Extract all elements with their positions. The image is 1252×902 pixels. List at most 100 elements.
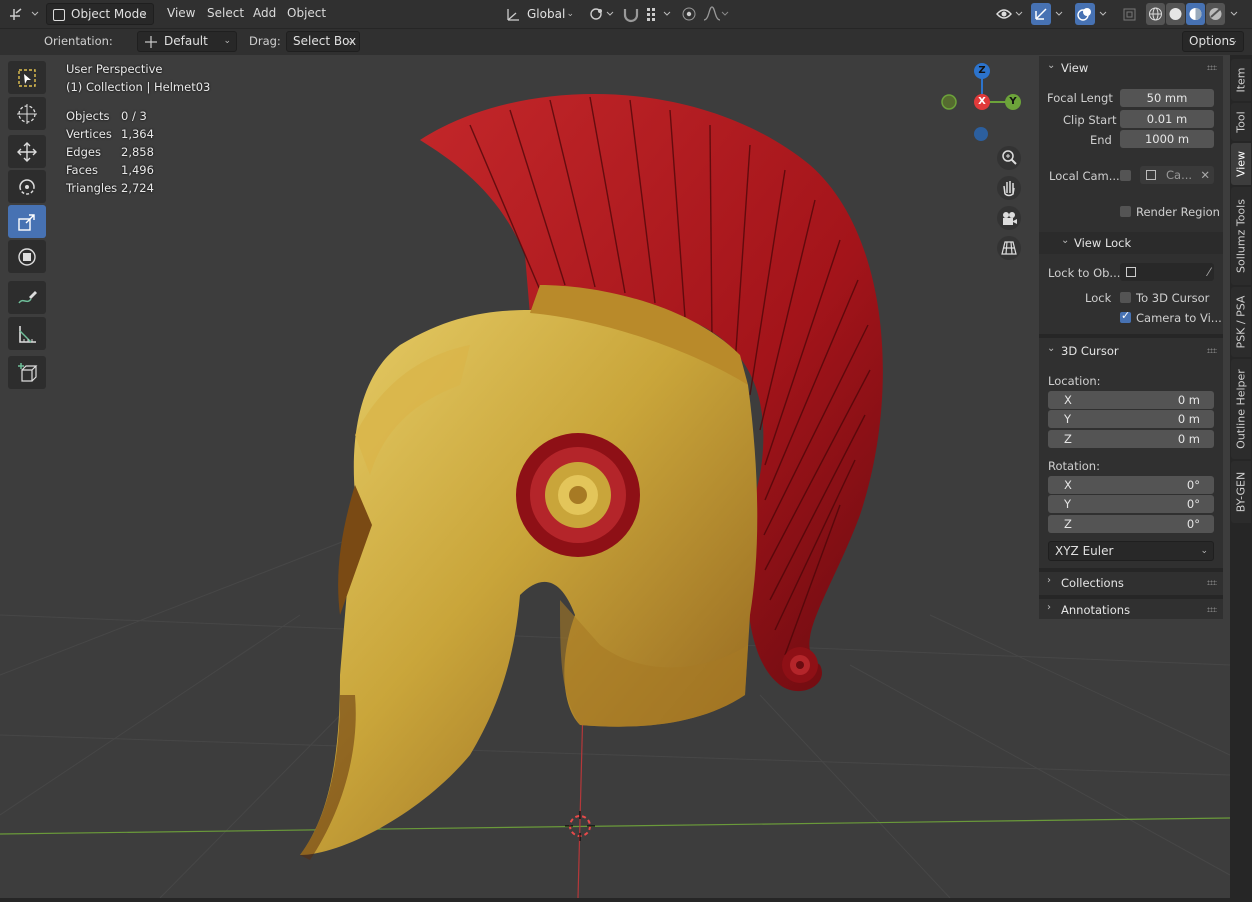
drag-grip-icon[interactable] <box>1207 607 1217 612</box>
pivot-point-button[interactable] <box>586 3 616 25</box>
orientation-axes-icon <box>507 9 519 21</box>
sidebar-n-panel: ⌄ View Focal Lengt 50 mm Clip Start 0.01… <box>1039 56 1223 619</box>
snap-toggle-button[interactable] <box>620 3 642 25</box>
cursor-rotation-y[interactable]: Y 0° <box>1048 495 1214 513</box>
cursor-location-x[interactable]: X 0 m <box>1048 391 1214 409</box>
chevron-down-icon: ⌄ <box>566 9 574 19</box>
select-box-tool[interactable] <box>8 61 46 94</box>
rotation-z-value: 0° <box>1186 517 1200 531</box>
drag-dropdown[interactable]: Select Box ⌄ <box>286 31 360 52</box>
options-dropdown[interactable]: Options ⌄ <box>1182 31 1244 52</box>
annotations-panel-header[interactable]: › Annotations <box>1039 599 1223 621</box>
scale-tool[interactable] <box>8 205 46 238</box>
transform-orientation-dropdown[interactable]: Global ⌄ <box>500 3 580 25</box>
to-3d-cursor-checkbox[interactable] <box>1120 292 1131 303</box>
editor-type-icon <box>10 8 39 20</box>
xray-toggle-button[interactable] <box>1120 3 1140 25</box>
clip-start-field[interactable]: 0.01 m <box>1120 110 1214 128</box>
add-cube-tool[interactable] <box>8 356 46 389</box>
gizmo-dropdown-button[interactable] <box>1052 3 1068 25</box>
orientation-label: Global <box>527 7 566 21</box>
cursor-rotation-x[interactable]: X 0° <box>1048 476 1214 494</box>
pan-button[interactable] <box>997 176 1021 200</box>
snap-grid-icon <box>647 8 671 21</box>
drag-grip-icon[interactable] <box>1207 65 1217 70</box>
gizmo-toggle-button[interactable] <box>1031 3 1051 25</box>
tab-by-gen[interactable]: BY-GEN <box>1231 461 1251 523</box>
menu-select[interactable]: Select <box>207 6 244 20</box>
lock-to-object-field[interactable]: ⁄ <box>1120 263 1214 281</box>
3d-cursor-panel-header[interactable]: ⌄ 3D Cursor <box>1039 340 1223 362</box>
tab-item[interactable]: Item <box>1231 59 1251 101</box>
editor-type-button[interactable] <box>6 3 40 25</box>
tab-outline-helper[interactable]: Outline Helper <box>1231 359 1251 459</box>
overlays-toggle-button[interactable] <box>1075 3 1095 25</box>
camera-to-view-checkbox[interactable] <box>1120 309 1131 323</box>
rotation-mode-dropdown[interactable]: XYZ Euler ⌄ <box>1048 541 1214 561</box>
tab-view[interactable]: View <box>1231 143 1251 185</box>
render-region-label: Render Region <box>1136 205 1220 219</box>
lock-label: Lock <box>1085 291 1112 305</box>
drag-grip-icon[interactable] <box>1207 348 1217 353</box>
tab-psk-psa[interactable]: PSK / PSA <box>1231 287 1251 357</box>
proportional-edit-button[interactable] <box>678 3 700 25</box>
xray-icon <box>1123 8 1136 21</box>
shading-wireframe-button[interactable] <box>1146 3 1165 25</box>
cursor-tool[interactable] <box>8 97 46 130</box>
clip-end-field[interactable]: 1000 m <box>1120 130 1214 148</box>
zoom-button[interactable] <box>997 146 1021 170</box>
sidebar-tabs: Item Tool View Sollumz Tools PSK / PSA O… <box>1230 55 1252 898</box>
measure-tool[interactable] <box>8 317 46 350</box>
local-camera-field[interactable]: Ca... ✕ <box>1140 166 1214 184</box>
cursor-location-z[interactable]: Z 0 m <box>1048 430 1214 448</box>
gizmo-z-axis[interactable]: Z <box>974 63 990 79</box>
annotations-title: Annotations <box>1061 603 1131 617</box>
focal-length-field[interactable]: 50 mm <box>1120 89 1214 107</box>
menu-view[interactable]: View <box>167 6 195 20</box>
grid-perspective-icon <box>1001 241 1017 255</box>
solid-sphere-icon <box>1169 8 1182 20</box>
snap-target-button[interactable] <box>644 3 674 25</box>
gizmo-x-axis[interactable]: X <box>974 94 990 110</box>
gizmo-y-axis[interactable]: Y <box>1005 94 1021 110</box>
eyedropper-icon[interactable]: ⁄ <box>1208 263 1210 281</box>
move-tool[interactable] <box>8 135 46 168</box>
cursor-rotation-z[interactable]: Z 0° <box>1048 515 1214 533</box>
tab-psk-label: PSK / PSA <box>1234 295 1248 349</box>
shading-solid-button[interactable] <box>1166 3 1185 25</box>
rotate-tool[interactable] <box>8 170 46 203</box>
orientation-settings-dropdown[interactable]: Default ⌄ <box>137 31 237 52</box>
collections-panel-header[interactable]: › Collections <box>1039 572 1223 594</box>
rotation-x-value: 0° <box>1186 478 1200 492</box>
transform-icon <box>18 248 36 266</box>
menu-add[interactable]: Add <box>253 6 276 20</box>
annotate-tool[interactable] <box>8 281 46 314</box>
clear-x-icon[interactable]: ✕ <box>1200 166 1210 184</box>
cursor-location-y[interactable]: Y 0 m <box>1048 410 1214 428</box>
rendered-sphere-icon <box>1209 8 1222 20</box>
view-lock-header[interactable]: ⌄ View Lock <box>1039 232 1223 254</box>
mode-dropdown[interactable]: Object Mode ⌄ <box>46 3 154 25</box>
overlays-dropdown-button[interactable] <box>1096 3 1112 25</box>
navigation-gizmo[interactable]: Z X Y <box>938 60 1026 148</box>
tab-sollumz-tools[interactable]: Sollumz Tools <box>1231 187 1251 285</box>
ortho-toggle-button[interactable] <box>997 236 1021 260</box>
collection-name: (1) Collection | Helmet03 <box>66 80 211 94</box>
local-camera-checkbox[interactable] <box>1120 170 1131 181</box>
visibility-button[interactable] <box>994 3 1026 25</box>
transform-tool[interactable] <box>8 240 46 273</box>
shading-rendered-button[interactable] <box>1206 3 1225 25</box>
3d-cursor-title: 3D Cursor <box>1061 344 1119 358</box>
view-panel-header[interactable]: ⌄ View <box>1039 57 1223 79</box>
shading-dropdown-button[interactable] <box>1227 3 1243 25</box>
tab-tool[interactable]: Tool <box>1231 103 1251 141</box>
shading-material-button[interactable] <box>1186 3 1205 25</box>
camera-view-button[interactable] <box>997 206 1021 230</box>
render-region-checkbox[interactable] <box>1120 206 1131 217</box>
axis-y-label: Y <box>1064 412 1072 426</box>
focal-length-label: Focal Lengt <box>1047 91 1113 105</box>
location-y-value: 0 m <box>1177 412 1200 426</box>
falloff-button[interactable] <box>702 3 730 25</box>
menu-object[interactable]: Object <box>287 6 326 20</box>
drag-grip-icon[interactable] <box>1207 580 1217 585</box>
